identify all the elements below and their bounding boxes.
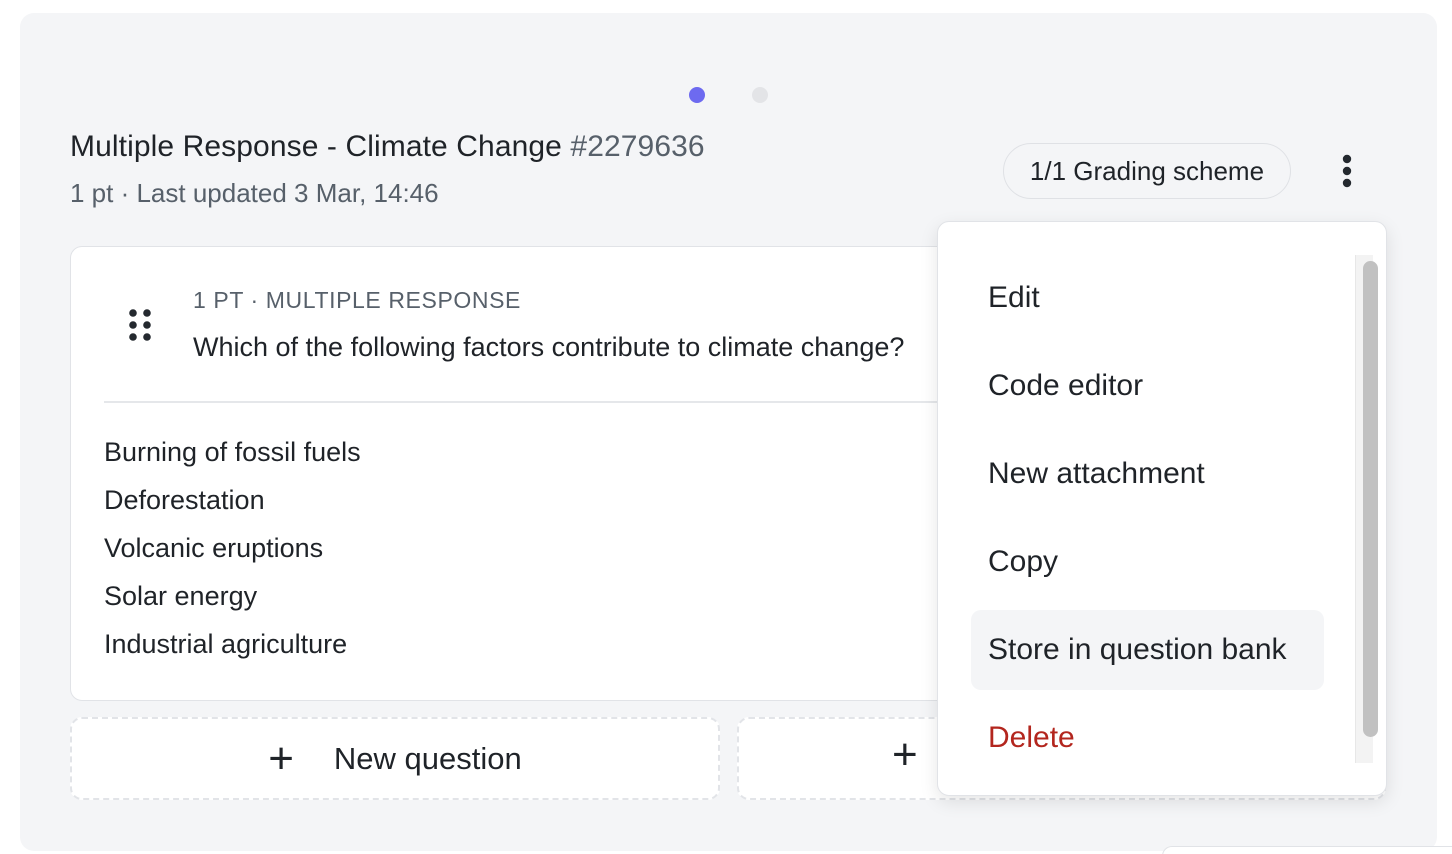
question-title: Multiple Response - Climate Change #2279… [70, 130, 705, 164]
plus-icon: + [892, 730, 918, 779]
menu-item-delete[interactable]: Delete [971, 698, 1324, 778]
carousel-dot-inactive[interactable] [752, 87, 768, 103]
more-options-button[interactable] [1330, 150, 1364, 192]
answer-option: Industrial agriculture [104, 629, 348, 659]
question-meta: 1 pt · Last updated 3 Mar, 14:46 [70, 178, 439, 208]
menu-item-code-editor[interactable]: Code editor [971, 346, 1324, 426]
menu-item-edit[interactable]: Edit [971, 258, 1324, 338]
more-vertical-icon [1342, 154, 1352, 188]
menu-item-store-in-question-bank[interactable]: Store in question bank [971, 610, 1324, 690]
drag-handle[interactable] [127, 307, 153, 343]
menu-scrollbar-thumb[interactable] [1363, 261, 1378, 737]
new-question-label: New question [333, 740, 522, 776]
drag-handle-icon [129, 309, 151, 341]
menu-item-new-attachment[interactable]: New attachment [971, 434, 1324, 514]
menu-item-copy[interactable]: Copy [971, 522, 1324, 602]
plus-icon: + [268, 733, 294, 783]
question-title-text: Multiple Response - Climate Change [70, 130, 562, 163]
more-options-menu: Edit Code editor New attachment Copy Sto… [937, 221, 1387, 796]
adjacent-panel-edge [1162, 846, 1452, 854]
answer-option: Volcanic eruptions [104, 533, 324, 563]
answer-option: Deforestation [104, 485, 265, 515]
new-question-button[interactable]: + New question [70, 717, 720, 800]
question-id: #2279636 [570, 130, 705, 163]
grading-scheme-button[interactable]: 1/1 Grading scheme [1003, 143, 1291, 199]
question-text: Which of the following factors contribut… [193, 332, 905, 362]
carousel-dot-active[interactable] [689, 87, 705, 103]
answer-option: Burning of fossil fuels [104, 437, 361, 467]
answer-option: Solar energy [104, 581, 258, 611]
question-type-label: 1 PT · MULTIPLE RESPONSE [193, 287, 521, 313]
